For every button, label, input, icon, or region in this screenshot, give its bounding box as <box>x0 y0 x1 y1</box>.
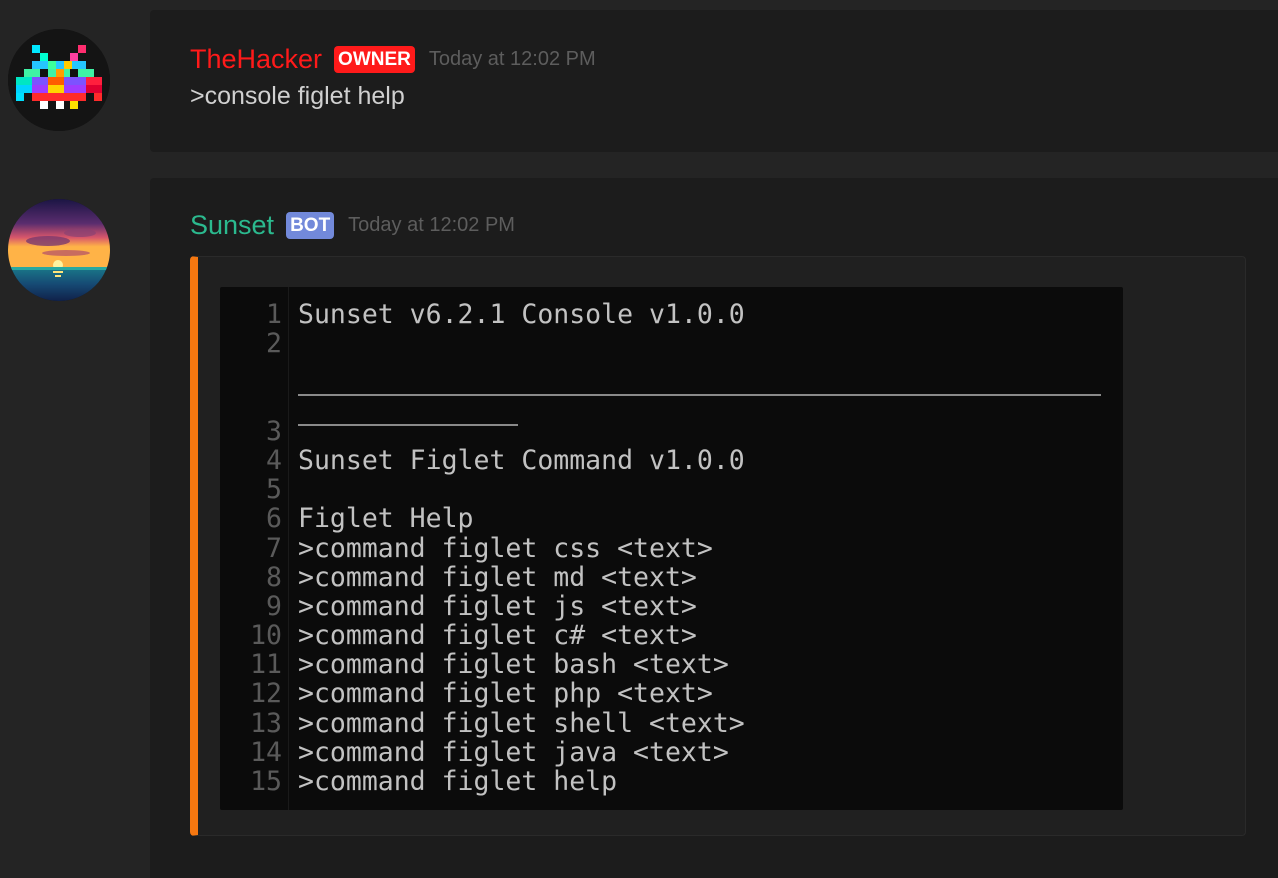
line-text <box>282 417 298 446</box>
message-header: Sunset BOT Today at 12:02 PM <box>190 208 515 242</box>
line-number: 3 <box>266 415 282 447</box>
timestamp: Today at 12:02 PM <box>428 48 596 70</box>
line-text: >command figlet md <text> <box>298 561 697 593</box>
code-line: 3 <box>220 417 1123 446</box>
line-text: >command figlet js <text> <box>298 590 697 622</box>
line-text: Sunset v6.2.1 Console v1.0.0 <box>298 299 745 330</box>
line-text: >command figlet java <text> <box>298 736 729 768</box>
line-text: Sunset Figlet Command v1.0.0 <box>298 444 745 476</box>
line-text: Figlet Help <box>298 503 474 535</box>
line-number: 4 <box>266 444 282 476</box>
horizontal-rule <box>298 358 1102 427</box>
code-line: 5 <box>220 475 1123 504</box>
bot-badge: BOT <box>286 211 335 239</box>
line-number: 5 <box>266 474 282 506</box>
code-line: 2 <box>220 329 1123 358</box>
code-line: 1 Sunset v6.2.1 Console v1.0.0 <box>220 300 1123 329</box>
code-line: 12 >command figlet php <text> <box>220 679 1123 708</box>
username[interactable]: Sunset <box>190 208 274 242</box>
line-number: 7 <box>266 532 282 564</box>
line-text: >command figlet css <text> <box>298 532 713 564</box>
line-number: 15 <box>250 766 282 798</box>
rule-line <box>298 424 518 427</box>
line-number: 14 <box>250 736 282 768</box>
line-number: 8 <box>266 561 282 593</box>
code-line: 10 >command figlet c# <text> <box>220 621 1123 650</box>
line-text: >command figlet php <text> <box>298 678 713 710</box>
rule-line <box>298 394 1101 397</box>
line-text <box>282 475 298 504</box>
gutter-divider <box>288 287 289 810</box>
message-content: >console figlet help <box>190 82 405 110</box>
sunset-avatar[interactable] <box>8 199 110 301</box>
code-line: 6 Figlet Help <box>220 504 1123 533</box>
line-number: 10 <box>250 620 282 652</box>
code-line: 13 >command figlet shell <text> <box>220 707 1123 739</box>
code-block[interactable]: 1 Sunset v6.2.1 Console v1.0.0 2 3 4 Sun… <box>220 287 1123 810</box>
timestamp: Today at 12:02 PM <box>348 214 515 236</box>
code-line: 4 Sunset Figlet Command v1.0.0 <box>220 446 1123 475</box>
line-number: 11 <box>250 649 282 681</box>
line-text: >command figlet c# <text> <box>298 620 697 652</box>
line-text <box>282 329 298 358</box>
code-line: 11 >command figlet bash <text> <box>220 650 1123 679</box>
line-number: 6 <box>266 503 282 535</box>
line-text: >command figlet shell <text> <box>298 707 745 739</box>
line-number: 1 <box>266 299 282 330</box>
line-text: >command figlet help <box>298 766 618 798</box>
owner-badge: OWNER <box>334 45 415 73</box>
thehacker-avatar[interactable] <box>8 29 110 131</box>
line-number: 9 <box>266 590 282 622</box>
message-sunset: Sunset BOT Today at 12:02 PM 1 Sunset v6… <box>150 178 1278 878</box>
line-text: >command figlet bash <text> <box>298 649 729 681</box>
pixel-space-invader-icon <box>8 29 110 131</box>
message-thehacker: TheHacker OWNER Today at 12:02 PM >conso… <box>150 10 1278 152</box>
message-header: TheHacker OWNER Today at 12:02 PM <box>190 42 596 76</box>
code-line: 14 >command figlet java <text> <box>220 738 1123 767</box>
code-line: 8 >command figlet md <text> <box>220 563 1123 592</box>
message-embed: 1 Sunset v6.2.1 Console v1.0.0 2 3 4 Sun… <box>190 256 1246 836</box>
code-line: 9 >command figlet js <text> <box>220 592 1123 621</box>
line-number: 12 <box>250 678 282 710</box>
code-line: 15 >command figlet help <box>220 767 1123 796</box>
sunset-landscape-icon <box>8 199 110 301</box>
code-line: 7 >command figlet css <text> <box>220 532 1123 564</box>
line-number: 13 <box>250 707 282 739</box>
line-number: 2 <box>266 328 282 360</box>
username[interactable]: TheHacker <box>190 42 322 76</box>
